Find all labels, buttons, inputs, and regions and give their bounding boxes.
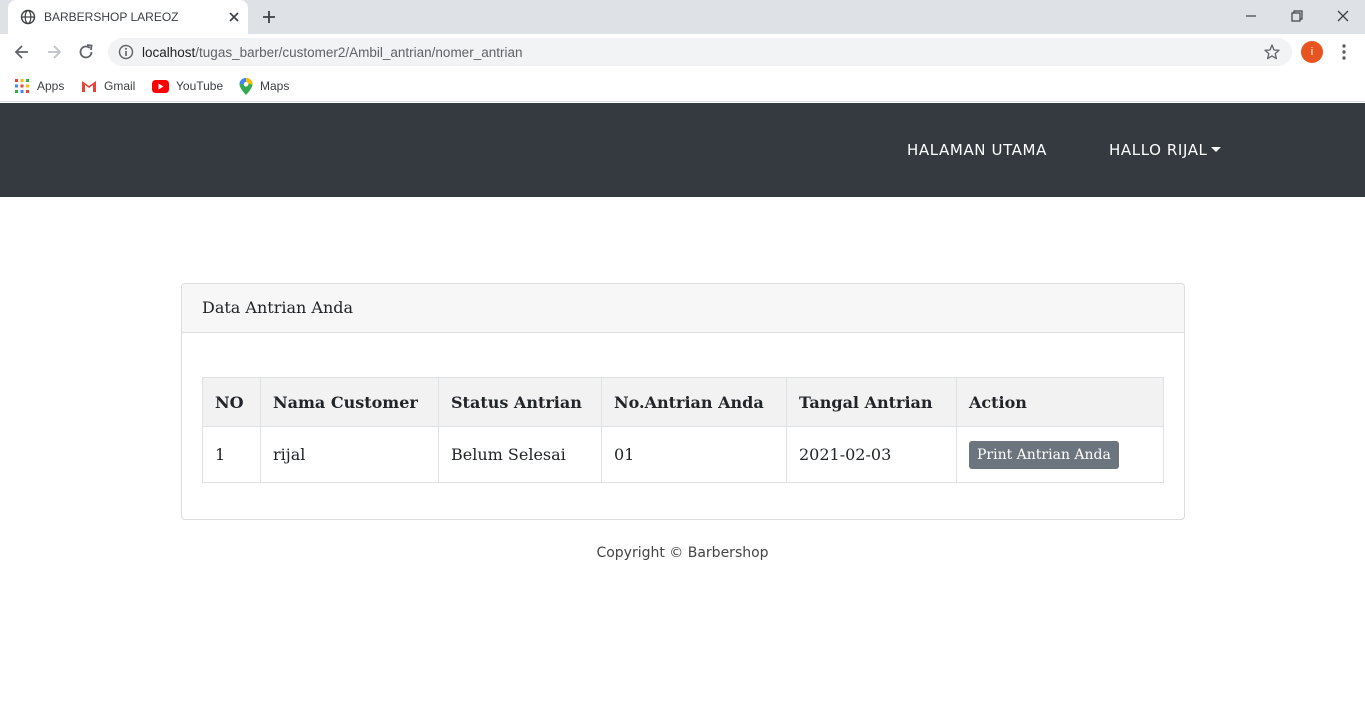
url-path: /tugas_barber/customer2/Ambil_antrian/no…: [195, 45, 523, 60]
column-header: No.Antrian Anda: [601, 377, 787, 427]
browser-tab-strip: BARBERSHOP LAREOZ: [0, 0, 1365, 34]
close-window-icon[interactable]: [1334, 7, 1352, 25]
bookmark-label: Maps: [260, 79, 290, 93]
new-tab-icon[interactable]: [260, 8, 278, 26]
queue-table: NO Nama Customer Status Antrian No.Antri…: [202, 377, 1164, 483]
print-antrian-button[interactable]: Print Antrian Anda: [969, 440, 1119, 469]
nav-user-label: HALLO RIJAL: [1109, 141, 1208, 159]
card-title: Data Antrian Anda: [182, 284, 1184, 333]
youtube-icon: [152, 79, 169, 93]
back-arrow-icon[interactable]: [12, 42, 32, 62]
cell-tanggal-antrian: 2021-02-03: [786, 426, 957, 483]
bookmark-gmail[interactable]: Gmail: [81, 77, 135, 95]
url-host: localhost: [142, 45, 196, 60]
bookmark-label: YouTube: [176, 79, 224, 93]
bookmarks-bar: Apps Gmail YouTube Maps: [0, 70, 1365, 102]
profile-avatar[interactable]: i: [1301, 41, 1323, 63]
cell-status-antrian: Belum Selesai: [438, 426, 602, 483]
table-header-row: NO Nama Customer Status Antrian No.Antri…: [202, 377, 1164, 427]
cell-action: Print Antrian Anda: [956, 426, 1164, 483]
column-header: Tangal Antrian: [786, 377, 957, 427]
minimize-icon[interactable]: [1242, 7, 1260, 25]
nav-user-dropdown[interactable]: HALLO RIJAL: [1109, 141, 1221, 159]
column-header: Nama Customer: [260, 377, 439, 427]
gmail-icon: [82, 81, 96, 92]
cell-no: 1: [202, 426, 261, 483]
close-tab-icon[interactable]: [226, 9, 242, 25]
maps-pin-icon: [239, 77, 253, 95]
bookmark-star-icon[interactable]: [1263, 43, 1281, 61]
info-icon[interactable]: [118, 44, 134, 60]
column-header: Action: [956, 377, 1164, 427]
bookmark-youtube[interactable]: YouTube: [152, 77, 223, 95]
globe-icon: [20, 9, 36, 25]
bookmark-apps[interactable]: Apps: [14, 77, 64, 95]
cell-nama-customer: rijal: [260, 426, 439, 483]
caret-down-icon: [1210, 147, 1221, 152]
nav-halaman-utama[interactable]: HALAMAN UTAMA: [907, 141, 1047, 159]
bookmark-label: Gmail: [104, 79, 136, 93]
bookmark-label: Apps: [37, 79, 65, 93]
table-row: 1 rijal Belum Selesai 01 2021-02-03 Prin…: [202, 426, 1164, 483]
url-text: localhost/tugas_barber/customer2/Ambil_a…: [142, 45, 522, 60]
browser-toolbar: localhost/tugas_barber/customer2/Ambil_a…: [0, 34, 1365, 70]
browser-tab[interactable]: BARBERSHOP LAREOZ: [8, 0, 248, 34]
apps-grid-icon: [15, 79, 29, 93]
footer-copyright: Copyright © Barbershop: [596, 545, 769, 561]
column-header: NO: [202, 377, 261, 427]
reload-icon[interactable]: [76, 42, 96, 62]
more-menu-icon[interactable]: [1334, 42, 1354, 62]
forward-arrow-icon[interactable]: [44, 42, 64, 62]
restore-icon[interactable]: [1288, 7, 1306, 25]
address-bar[interactable]: localhost/tugas_barber/customer2/Ambil_a…: [108, 38, 1292, 66]
cell-no-antrian: 01: [601, 426, 787, 483]
queue-card: Data Antrian Anda NO Nama Customer Statu…: [181, 283, 1185, 520]
tab-title: BARBERSHOP LAREOZ: [44, 10, 179, 24]
site-navbar: HALAMAN UTAMA HALLO RIJAL: [0, 103, 1365, 197]
column-header: Status Antrian: [438, 377, 602, 427]
bookmark-maps[interactable]: Maps: [239, 77, 289, 95]
